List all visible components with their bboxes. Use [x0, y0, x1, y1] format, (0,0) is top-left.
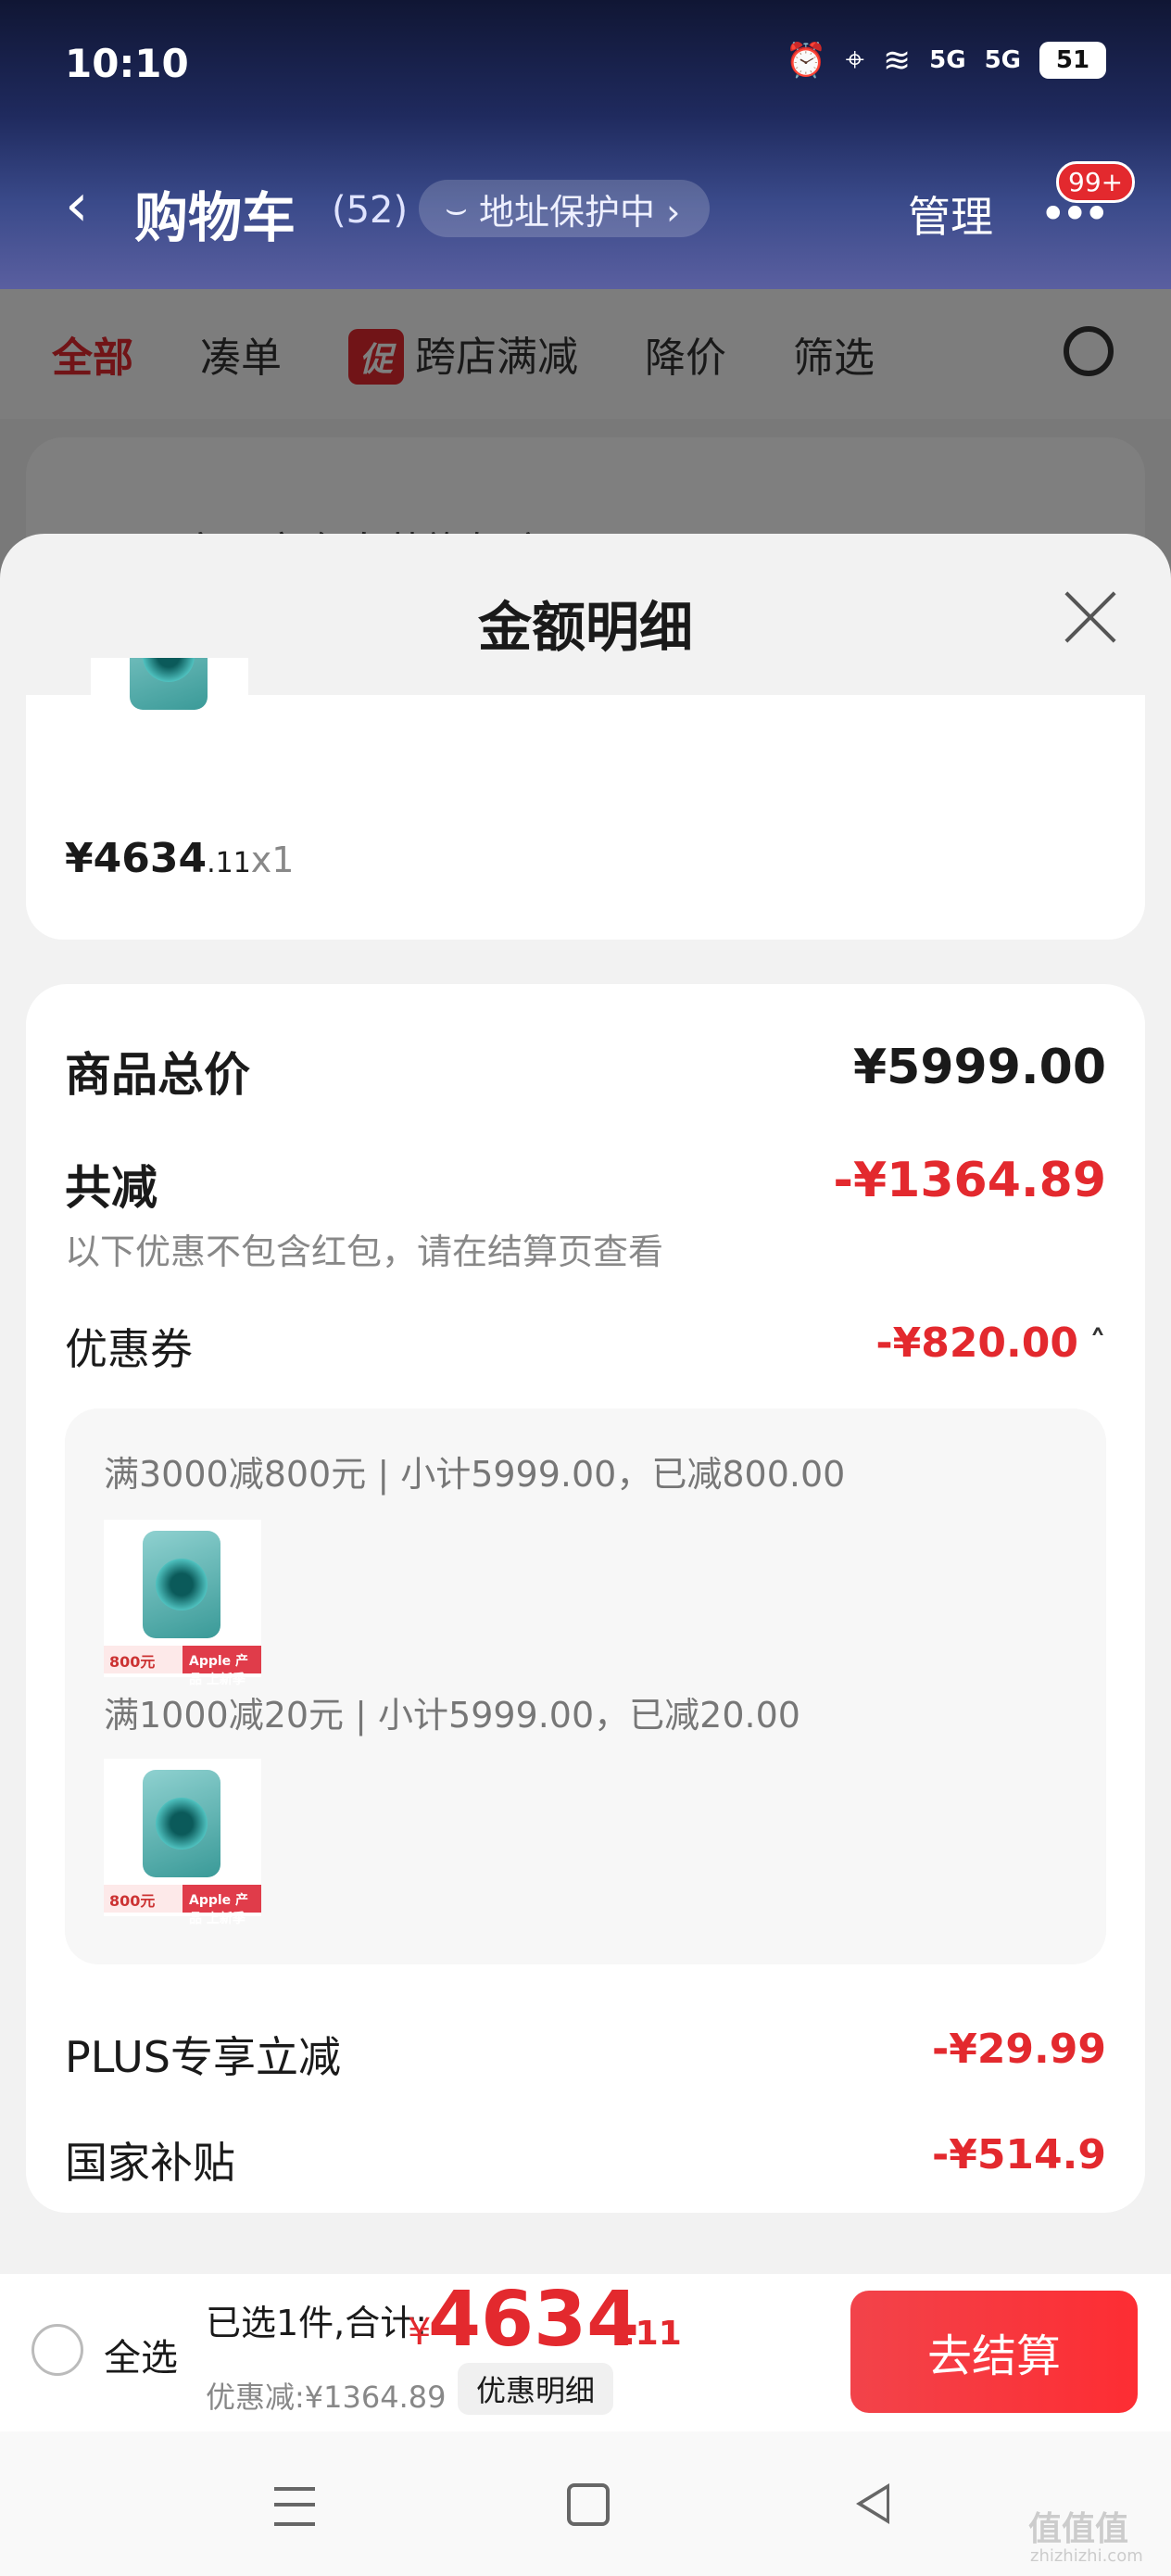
reduce-note: 以下优惠不包含红包，请在结算页查看: [65, 1231, 664, 1272]
watermark: 值值值: [1028, 2510, 1129, 2548]
item-qty: x1: [250, 840, 295, 880]
product-thumbnail: 800元 Apple 产品 上新季: [104, 1759, 261, 1926]
eye-closed-icon: ⌣: [445, 187, 469, 229]
product-thumbnail: [91, 658, 248, 741]
select-all-label[interactable]: 全选: [104, 2328, 178, 2381]
amount-detail-sheet: 金额明细 ¥4634.11x1 商品总价 ¥5999.00 共减 -¥1364.…: [0, 534, 1171, 2576]
reduce-label: 共减: [65, 1161, 157, 1215]
status-bar: 10:10 ⏰ ⌖ ≋ 5G 5G 51: [0, 0, 1171, 139]
menu-icon[interactable]: [274, 2487, 315, 2526]
strip-left-text: 800元: [109, 1892, 156, 1910]
product-thumbnail: 800元 Apple 产品 上新季: [104, 1520, 261, 1687]
signal-5g-icon: 5G: [929, 46, 966, 74]
coupon-value: -¥820.00: [875, 1320, 1078, 1367]
wifi-icon: ≋: [882, 41, 912, 80]
discount-detail-button[interactable]: 优惠明细: [458, 2363, 614, 2415]
address-protect-label: 地址保护中 ›: [479, 191, 681, 233]
product-image: [130, 658, 208, 710]
system-nav-bar: [0, 2431, 1171, 2576]
manage-button[interactable]: 管理: [908, 183, 993, 245]
sheet-title: 金额明细: [477, 596, 693, 659]
select-all-radio[interactable]: [31, 2324, 83, 2376]
chevron-up-icon: ˄: [1089, 1324, 1106, 1362]
back-triangle-icon[interactable]: [856, 2483, 889, 2524]
total-price: 4634: [428, 2276, 640, 2364]
strip-right-text: Apple 产品 上新季: [189, 1654, 249, 1687]
promo-strip: 800元 Apple 产品 上新季: [104, 1885, 261, 1926]
coupon-toggle[interactable]: -¥820.00 ˄: [875, 1320, 1106, 1367]
close-icon[interactable]: [1062, 589, 1117, 645]
item-price: ¥4634.11x1: [65, 835, 294, 882]
item-card: [26, 658, 1145, 940]
subsidy-value: -¥514.9: [931, 2131, 1106, 2178]
nav-bar: ‹ 购物车 (52) ⌣ 地址保护中 › 管理 ••• 99+: [0, 161, 1171, 250]
item-price-decimal: .11: [207, 847, 251, 879]
promo-strip: 800元 Apple 产品 上新季: [104, 1646, 261, 1687]
page-title: 购物车: [134, 186, 296, 249]
alarm-icon: ⏰: [785, 42, 827, 80]
product-image: [143, 1770, 220, 1877]
product-image: [143, 1531, 220, 1638]
location-icon: ⌖: [845, 41, 864, 79]
message-badge: 99+: [1056, 161, 1136, 203]
total-value: ¥5999.00: [852, 1040, 1106, 1095]
item-price-main: ¥4634: [65, 835, 208, 882]
coupon-desc-2: 满1000减20元 | 小计5999.00，已减20.00: [104, 1695, 800, 1736]
address-protect-button[interactable]: ⌣ 地址保护中 ›: [419, 180, 711, 237]
battery-icon: 51: [1039, 42, 1106, 79]
back-button[interactable]: ‹: [65, 176, 89, 235]
cart-count: (52): [332, 189, 409, 232]
checkout-button[interactable]: 去结算: [850, 2291, 1138, 2413]
plus-value: -¥29.99: [931, 2026, 1106, 2073]
plus-label: PLUS专享立减: [65, 2032, 341, 2082]
signal-5g-icon: 5G: [984, 46, 1021, 74]
total-price-decimal: .11: [623, 2315, 682, 2353]
subsidy-label: 国家补贴: [65, 2138, 235, 2188]
status-icons: ⏰ ⌖ ≋ 5G 5G 51: [786, 41, 1106, 80]
strip-left-text: 800元: [109, 1653, 156, 1671]
watermark-url: zhizhizhi.com: [1030, 2546, 1143, 2566]
strip-right-text: Apple 产品 上新季: [189, 1893, 249, 1926]
home-icon[interactable]: [567, 2483, 610, 2526]
coupon-desc-1: 满3000减800元 | 小计5999.00，已减800.00: [104, 1454, 846, 1495]
total-label: 商品总价: [65, 1048, 250, 1102]
reduce-value: -¥1364.89: [833, 1153, 1106, 1208]
discount-summary: 优惠减:¥1364.89: [206, 2380, 447, 2415]
checkout-bar: 全选 已选1件,合计: ¥ 4634 .11 优惠减:¥1364.89 优惠明细…: [0, 2274, 1171, 2431]
selected-summary: 已选1件,合计:: [206, 2303, 428, 2343]
coupon-label: 优惠券: [65, 1324, 193, 1374]
status-time: 10:10: [65, 41, 189, 86]
